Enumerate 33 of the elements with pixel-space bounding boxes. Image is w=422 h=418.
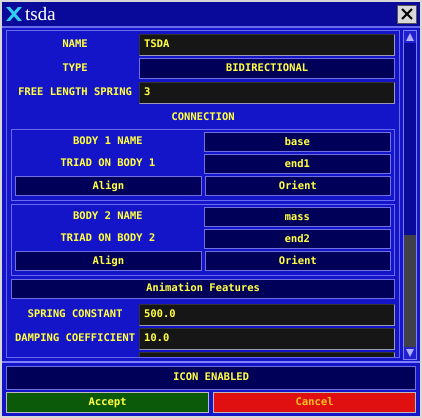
action-button[interactable]: Align [15, 251, 202, 271]
value-field[interactable]: mass [204, 207, 391, 227]
input-field[interactable]: 500.0 [139, 304, 395, 326]
close-button[interactable] [397, 4, 417, 24]
x-logo-icon [5, 5, 23, 23]
field-label: BODY 1 NAME [72, 134, 144, 150]
field-label: FREE LENGTH SPRING [17, 84, 133, 100]
down-arrow-icon[interactable] [406, 349, 414, 357]
value-field[interactable]: end2 [204, 229, 391, 249]
field-label: TYPE [61, 60, 89, 76]
action-button[interactable]: Align [15, 176, 202, 196]
accept-button[interactable]: Accept [6, 392, 209, 413]
input-field[interactable]: 10.0 [139, 328, 395, 350]
field-label: NAME [61, 36, 89, 52]
scrollbar[interactable] [403, 30, 417, 360]
window-title: tsda [25, 4, 56, 24]
action-button[interactable]: Orient [204, 176, 391, 196]
animation-features-button[interactable]: Animation Features [11, 279, 395, 299]
up-arrow-icon[interactable] [406, 33, 414, 41]
field-label: DAMPING COEFFICIENT [14, 330, 136, 346]
field-label: TRIAD ON BODY 2 [59, 231, 156, 246]
action-button[interactable]: Orient [204, 251, 391, 271]
field-label: BODY 2 NAME [72, 209, 144, 224]
type-selector[interactable]: BIDIRECTIONAL [139, 58, 395, 79]
field-label: SPRING CONSTANT [26, 306, 124, 322]
icon-enabled-toggle[interactable]: ICON ENABLED [6, 366, 416, 390]
input-field[interactable]: TSDA [139, 34, 395, 56]
value-field[interactable]: base [204, 132, 391, 152]
value-field[interactable]: end1 [204, 154, 391, 174]
input-field[interactable]: 3 [139, 82, 395, 104]
field-label: TRIAD ON BODY 1 [59, 156, 156, 172]
section-heading: CONNECTION [170, 110, 236, 125]
close-icon [401, 8, 413, 20]
